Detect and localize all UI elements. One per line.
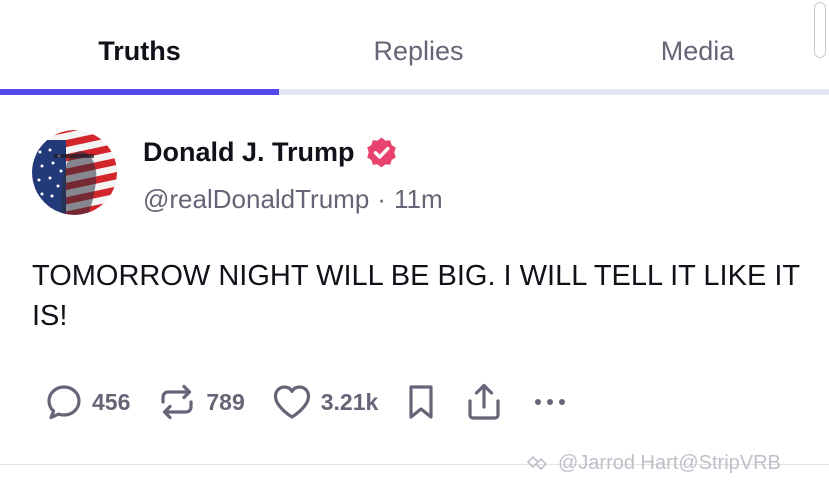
post-timestamp[interactable]: 11m [394,184,443,215]
author-handle[interactable]: @realDonaldTrump [143,184,369,215]
like-button[interactable]: 3.21k [271,382,379,422]
author-handle-row: @realDonaldTrump · 11m [143,184,443,215]
tab-truths[interactable]: Truths [0,36,279,67]
heart-icon [273,385,310,419]
tab-media[interactable]: Media [558,36,829,67]
like-count: 3.21k [320,388,379,415]
post-text: TOMORROW NIGHT WILL BE BIG. I WILL TELL … [32,260,800,332]
avatar[interactable] [32,130,117,215]
tab-track [0,89,829,95]
post-actions: 456 789 3.21k [44,380,596,424]
author-display-name[interactable]: Donald J. Trump [143,137,355,168]
bookmark-icon [409,385,433,419]
tab-replies[interactable]: Replies [279,36,558,67]
reply-icon [47,385,81,420]
watermark-text: @Jarrod Hart@StripVRB [558,452,781,474]
profile-tabs: Truths Replies Media [0,0,829,96]
more-options-button[interactable] [530,382,570,422]
retruth-button[interactable]: 789 [156,382,245,422]
meta-separator: · [377,184,386,214]
reply-button[interactable]: 456 [44,382,130,422]
author-name-row: Donald J. Trump [143,136,398,169]
scrollbar[interactable] [814,2,826,58]
more-dots-icon [535,399,566,405]
retruth-count: 789 [206,388,245,415]
verified-badge-icon [366,137,396,168]
watermark-logo-icon [526,455,548,470]
share-icon [468,383,500,420]
bookmark-button[interactable] [404,382,438,422]
share-button[interactable] [464,381,504,423]
truth-post[interactable]: Donald J. Trump @realDonaldTrump · 11m T… [0,96,829,464]
watermark: @Jarrod Hart@StripVRB [526,452,781,475]
retruth-icon [161,384,193,420]
active-tab-indicator [0,89,279,95]
reply-count: 456 [92,388,131,415]
